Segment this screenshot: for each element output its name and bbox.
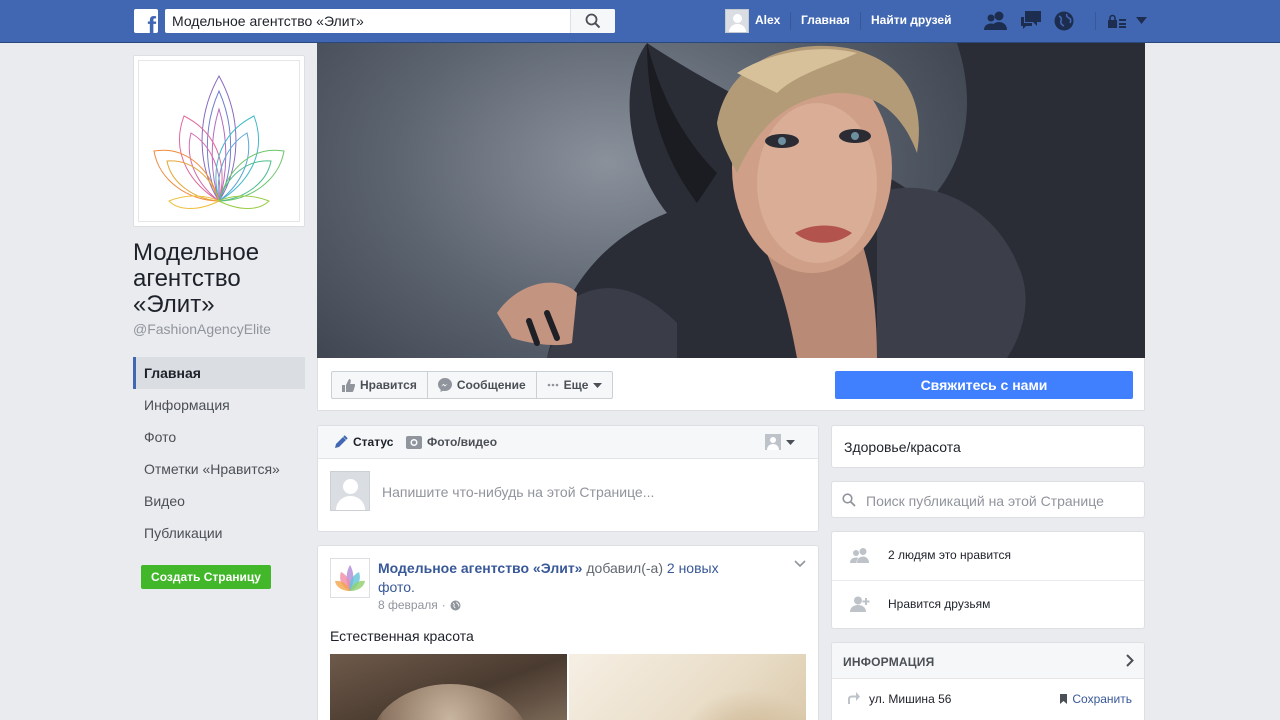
cover-photo[interactable] xyxy=(317,43,1145,358)
post-text: Естественная красота xyxy=(330,628,474,644)
chevron-down-icon xyxy=(593,382,603,388)
like-button-label: Нравится xyxy=(360,378,417,392)
facebook-logo-icon[interactable]: f xyxy=(134,9,158,33)
pencil-icon xyxy=(335,435,348,448)
left-nav-item-posts[interactable]: Публикации xyxy=(133,517,305,549)
friend-requests-icon[interactable] xyxy=(984,10,1008,32)
public-globe-icon xyxy=(450,600,461,610)
add-friend-icon xyxy=(850,596,870,612)
create-page-button[interactable]: Создать Страницу xyxy=(141,565,271,589)
composer-tabs: Статус Фото/видео xyxy=(318,426,818,459)
contact-us-button[interactable]: Свяжитесь с нами xyxy=(835,371,1133,399)
messages-icon[interactable] xyxy=(1019,10,1043,32)
privacy-lock-icon[interactable] xyxy=(1108,14,1126,28)
post-author-avatar[interactable] xyxy=(330,558,370,598)
message-button-label: Сообщение xyxy=(456,378,526,392)
chevron-down-icon xyxy=(786,439,795,445)
nav-divider xyxy=(1095,12,1096,30)
notifications-globe-icon[interactable] xyxy=(1053,10,1075,32)
friends-like-row[interactable]: Нравится друзьям xyxy=(832,581,1144,630)
page-username[interactable]: @FashionAgencyElite xyxy=(133,321,271,337)
post-meta: 8 февраля · xyxy=(378,598,461,612)
tab-photo-video[interactable]: Фото/видео xyxy=(406,435,497,449)
home-link[interactable]: Главная xyxy=(801,13,850,27)
page-info-card: ИНФОРМАЦИЯ ул. Мишина 56 Сохранить xyxy=(831,642,1145,720)
page-left-navigation: Главная Информация Фото Отметки «Нравитс… xyxy=(133,357,305,549)
lotus-logo-icon xyxy=(153,74,285,209)
post-options-chevron-icon[interactable] xyxy=(794,560,806,568)
feed-post: Модельное агентство «Элит» добавил(-а) 2… xyxy=(317,545,819,720)
search-icon xyxy=(585,13,601,29)
camera-icon xyxy=(406,436,422,449)
thumbs-up-icon xyxy=(342,378,355,392)
page-category[interactable]: Здоровье/красота xyxy=(831,425,1145,468)
more-dots-icon xyxy=(547,383,558,387)
more-button-label: Еще xyxy=(563,378,589,392)
post-photo[interactable] xyxy=(330,654,567,720)
tab-photo-label: Фото/видео xyxy=(427,435,498,449)
save-label: Сохранить xyxy=(1072,692,1132,706)
info-title: ИНФОРМАЦИЯ xyxy=(843,655,935,669)
account-menu-chevron-icon[interactable] xyxy=(1136,17,1147,24)
page-posts-search[interactable]: Поиск публикаций на этой Странице xyxy=(831,481,1145,518)
nav-divider xyxy=(790,12,791,30)
page-search-placeholder: Поиск публикаций на этой Странице xyxy=(866,493,1104,509)
tab-status[interactable]: Статус xyxy=(334,435,393,449)
post-photo[interactable] xyxy=(569,654,806,720)
page-profile-picture[interactable] xyxy=(133,55,305,227)
search-input-value: Модельное агентство «Элит» xyxy=(172,13,364,29)
likes-count-row[interactable]: 2 людям это нравится xyxy=(832,532,1144,581)
page-title: Модельное агентство «Элит» xyxy=(133,239,260,318)
post-author-link[interactable]: Модельное агентство «Элит» xyxy=(378,560,582,576)
top-navigation-bar: f Модельное агентство «Элит» Alex Главна… xyxy=(0,0,1280,43)
post-composer: Статус Фото/видео Напишите что-нибудь на… xyxy=(317,425,819,532)
cover-model-portrait xyxy=(497,43,1145,358)
user-name-link[interactable]: Alex xyxy=(755,13,780,27)
friends-like-text: Нравится друзьям xyxy=(888,597,991,611)
lotus-logo-icon xyxy=(335,565,365,591)
nav-divider xyxy=(860,12,861,30)
send-message-button[interactable]: Сообщение xyxy=(428,372,537,398)
left-nav-item-videos[interactable]: Видео xyxy=(133,485,305,517)
post-action-text: добавил(-а) xyxy=(586,560,663,576)
page-action-buttons: Нравится Сообщение Еще xyxy=(331,371,614,399)
address-row: ул. Мишина 56 Сохранить xyxy=(832,679,1144,719)
post-header: Модельное агентство «Элит» добавил(-а) 2… xyxy=(378,560,719,595)
left-nav-item-photos[interactable]: Фото xyxy=(133,421,305,453)
bookmark-icon xyxy=(1060,694,1068,704)
user-avatar[interactable] xyxy=(725,9,749,33)
composer-input[interactable]: Напишите что-нибудь на этой Странице... xyxy=(382,484,654,500)
messenger-icon xyxy=(437,378,452,392)
page-actions-bar: Нравится Сообщение Еще Свяжитесь с нами xyxy=(317,358,1145,411)
left-nav-item-home[interactable]: Главная xyxy=(133,357,305,389)
chevron-right-icon xyxy=(1126,654,1134,667)
find-friends-link[interactable]: Найти друзей xyxy=(871,13,951,27)
likes-count-text: 2 людям это нравится xyxy=(888,548,1011,562)
search-input[interactable]: Модельное агентство «Элит» xyxy=(165,9,615,33)
people-icon xyxy=(850,548,869,563)
left-nav-item-about[interactable]: Информация xyxy=(133,389,305,421)
composer-avatar xyxy=(330,471,370,511)
page-address[interactable]: ул. Мишина 56 xyxy=(869,692,951,706)
page-likes-card: 2 людям это нравится Нравится друзьям xyxy=(831,531,1145,629)
post-date[interactable]: 8 февраля xyxy=(378,598,438,612)
info-header[interactable]: ИНФОРМАЦИЯ xyxy=(832,643,1144,679)
post-as-selector[interactable] xyxy=(765,434,795,450)
search-icon xyxy=(842,493,856,507)
search-button[interactable] xyxy=(570,9,615,33)
left-nav-item-likes[interactable]: Отметки «Нравится» xyxy=(133,453,305,485)
tab-status-label: Статус xyxy=(353,435,394,449)
page-avatar-icon xyxy=(765,434,781,450)
more-actions-button[interactable]: Еще xyxy=(537,372,613,398)
directions-arrow-icon xyxy=(848,692,860,704)
like-page-button[interactable]: Нравится xyxy=(332,372,428,398)
save-address-button[interactable]: Сохранить xyxy=(1060,692,1132,706)
